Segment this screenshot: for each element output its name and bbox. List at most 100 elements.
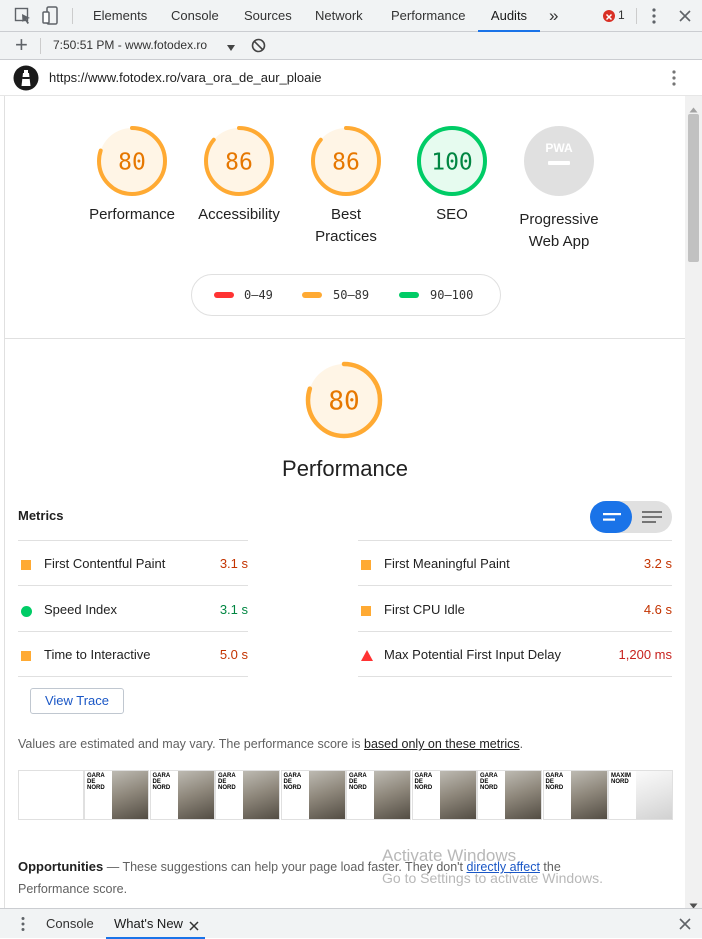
filmstrip-frame: GARA DE NORD [84,770,149,820]
view-trace-button[interactable]: View Trace [30,688,124,714]
filmstrip-frame-blank [18,770,84,820]
legend-pass-swatch [399,292,419,298]
lighthouse-icon [13,65,39,91]
metric-time-to-interactive: Time to Interactive 5.0 s [18,632,248,677]
tab-console[interactable]: Console [171,0,219,31]
pwa-badge-text: PWA [545,141,573,155]
error-icon[interactable] [603,10,615,22]
error-count[interactable]: 1 [618,8,625,22]
inspect-element-icon[interactable] [14,7,32,25]
filmstrip-photo [374,771,410,819]
pass-circle-icon [21,606,32,617]
filmstrip: GARA DE NORD GARA DE NORD GARA DE NORD GARA… [18,770,673,820]
metrics-info-link[interactable]: based only on these metrics [364,737,520,751]
tab-sources[interactable]: Sources [244,0,292,31]
metric-value: 1,200 ms [618,647,672,662]
metric-value: 3.1 s [219,556,248,571]
legend-fail-swatch [214,292,234,298]
metric-name: First CPU Idle [384,602,465,617]
clear-all-icon[interactable] [251,38,266,53]
average-square-icon [21,560,31,570]
metrics-left-column: First Contentful Paint 3.1 s Speed Index… [18,540,248,677]
filmstrip-photo [243,771,279,819]
gauge-score-value: 86 [332,149,360,175]
filmstrip-frame: MAXIM NORD [608,770,673,820]
section-divider [5,338,685,339]
tab-performance[interactable]: Performance [391,0,465,31]
score-legend: 0–49 50–89 90–100 [191,274,501,316]
drawer-tab-whats-new-label[interactable]: What's New [114,916,183,931]
gauge-score-value: 80 [328,386,359,416]
filmstrip-page-content: GARA DE NORD [414,773,439,819]
average-square-icon [361,606,371,616]
report-scrollbar[interactable] [685,96,702,909]
metric-value: 4.6 s [643,602,672,617]
close-whats-new-icon[interactable] [189,919,199,931]
metric-name: Max Potential First Input Delay [384,647,562,662]
filmstrip-page-content: MAXIM NORD [611,773,635,819]
kebab-menu-icon[interactable] [651,7,657,25]
drawer-tab-console[interactable]: Console [46,916,94,931]
metric-value: 3.2 s [643,556,672,571]
report-url: https://www.fotodex.ro/vara_ora_de_aur_p… [49,70,322,85]
activate-windows-title: Activate Windows [382,846,517,865]
filmstrip-photo [439,771,476,819]
average-square-icon [21,651,31,661]
score-gauge-pwa[interactable]: PWA Progressive Web App [484,124,634,253]
filmstrip-photo [636,771,672,819]
tab-elements[interactable]: Elements [93,0,147,31]
estimate-note-end: . [519,737,524,751]
filmstrip-frame: GARA DE NORD [411,770,477,820]
scroll-down-arrow-icon[interactable] [689,896,698,909]
scroll-up-arrow-icon[interactable] [689,100,698,113]
drawer-menu-icon[interactable] [20,916,26,932]
tab-separator [636,8,637,24]
filmstrip-frame: GARA DE NORD [477,770,542,820]
opportunities-heading: Opportunities [18,859,104,874]
expanded-view-icon [642,511,662,523]
opportunities-line2: Performance score. [18,882,128,896]
metric-speed-index: Speed Index 3.1 s [18,587,248,632]
metric-name: First Meaningful Paint [384,556,510,571]
new-audit-button[interactable]: + [15,33,28,57]
metrics-view-toggle[interactable] [590,501,672,533]
gauge-score-value: 86 [225,149,253,175]
filmstrip-page-content: GARA DE NORD [480,773,504,819]
legend-fail-label: 0–49 [244,288,273,302]
more-tabs-button[interactable]: » [549,0,558,31]
device-toolbar-icon[interactable] [42,6,60,26]
filmstrip-photo [177,771,214,819]
expanded-view-button[interactable] [634,501,672,533]
lighthouse-report: 80 Performance 86 Accessibility 86 Best … [4,96,685,908]
tab-audits[interactable]: Audits [478,0,540,32]
metric-name: Speed Index [44,602,118,617]
metric-value: 5.0 s [219,647,248,662]
filmstrip-photo [112,771,148,819]
filmstrip-photo [570,771,607,819]
scrollbar-thumb[interactable] [688,114,699,262]
gauge-score-value: 80 [118,149,146,175]
dropdown-arrow-icon[interactable] [226,41,236,51]
compact-view-button[interactable] [590,501,632,533]
toolbar-separator [40,38,41,54]
metric-name: First Contentful Paint [44,556,166,571]
compact-view-icon [603,513,621,521]
tab-separator [72,8,73,24]
performance-title: Performance [282,456,408,481]
report-url-bar: https://www.fotodex.ro/vara_ora_de_aur_p… [0,60,702,96]
pwa-badge-icon: PWA [524,126,594,196]
filmstrip-frame: GARA DE NORD [280,770,346,820]
legend-average-swatch [302,292,322,298]
report-selector[interactable]: 7:50:51 PM - www.fotodex.ro [53,38,207,52]
filmstrip-page-content: GARA DE NORD [545,773,570,819]
metric-value: 3.1 s [219,602,248,617]
legend-average-label: 50–89 [333,288,370,302]
gauge-score-value: 100 [431,149,473,175]
close-devtools-icon[interactable] [678,9,692,23]
estimate-note: Values are estimated and may vary. The p… [18,737,523,751]
tab-network[interactable]: Network [315,0,363,31]
close-drawer-icon[interactable] [679,918,691,930]
metric-max-potential-fid: Max Potential First Input Delay 1,200 ms [358,632,672,677]
metric-name: Time to Interactive [44,647,151,662]
report-menu-icon[interactable] [671,69,677,87]
